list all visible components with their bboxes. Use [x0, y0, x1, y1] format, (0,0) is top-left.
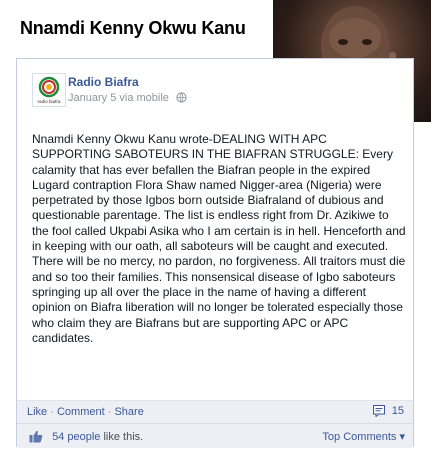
- headline: Nnamdi Kenny Okwu Kanu: [20, 18, 246, 38]
- likes-suffix: like this.: [103, 431, 144, 443]
- post-date[interactable]: January 5: [68, 92, 116, 104]
- radio-biafra-logo: radio biafra: [38, 76, 61, 104]
- comment-link[interactable]: Comment: [57, 406, 105, 418]
- likes-bar: 54 people like this. Top Comments ▾: [17, 423, 413, 448]
- post-card: radio biafra Radio Biafra January 5 via …: [16, 58, 414, 448]
- thumbs-up-icon: [29, 430, 43, 443]
- chevron-down-icon: ▾: [399, 431, 405, 443]
- likes-summary: 54 people like this.: [29, 430, 143, 443]
- page-avatar[interactable]: radio biafra: [32, 73, 66, 107]
- comment-count[interactable]: 15: [372, 405, 404, 418]
- post-header: radio biafra Radio Biafra January 5 via …: [17, 59, 413, 121]
- share-link[interactable]: Share: [114, 406, 143, 418]
- post-source: via mobile: [119, 92, 169, 104]
- action-separator: ·: [107, 406, 112, 418]
- logo-text: radio biafra: [38, 99, 61, 104]
- comment-icon: [372, 405, 385, 418]
- page-name-link[interactable]: Radio Biafra: [68, 75, 139, 89]
- top-comments-dropdown[interactable]: Top Comments ▾: [322, 430, 405, 443]
- post-meta: January 5 via mobile: [68, 92, 187, 104]
- top-comments-label: Top Comments: [322, 431, 397, 443]
- post-actions: Like · Comment · Share: [27, 406, 144, 418]
- action-separator: ·: [50, 406, 54, 418]
- globe-icon: [176, 92, 187, 103]
- action-bar: Like · Comment · Share 15: [17, 400, 413, 423]
- comment-count-value: 15: [391, 405, 404, 417]
- likers-link[interactable]: 54 people: [52, 431, 100, 443]
- like-link[interactable]: Like: [27, 406, 47, 418]
- post-text: Nnamdi Kenny Okwu Kanu wrote-DEALING WIT…: [32, 132, 406, 345]
